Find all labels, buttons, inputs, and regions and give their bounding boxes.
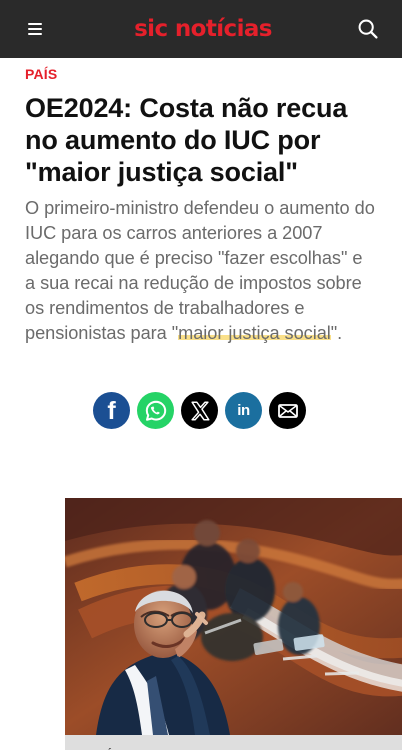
lead-text-after-highlight: ".: [330, 323, 343, 343]
menu-line-middle: [28, 28, 42, 30]
email-icon: [277, 403, 298, 418]
linkedin-icon: in: [237, 402, 250, 419]
x-share-button[interactable]: [181, 392, 218, 429]
whatsapp-icon: [145, 400, 166, 421]
hamburger-menu-icon[interactable]: [28, 15, 56, 43]
menu-line-top: [28, 23, 42, 25]
article-lead: O primeiro-ministro defendeu o aumento d…: [25, 196, 377, 346]
x-icon: [190, 401, 209, 420]
linkedin-share-button[interactable]: in: [225, 392, 262, 429]
email-share-button[interactable]: [269, 392, 306, 429]
facebook-icon: f: [107, 397, 116, 425]
facebook-share-button[interactable]: f: [93, 392, 130, 429]
top-navigation-bar: sic notícias: [0, 0, 402, 58]
photo-credit: ANTÓNIO COTRIM/LUSA: [65, 735, 402, 750]
menu-line-bottom: [28, 33, 42, 35]
article-page: sic notícias PAÍS OE2024: Costa não recu…: [0, 0, 402, 750]
article-headline: OE2024: Costa não recua no aumento do IU…: [25, 93, 348, 187]
lead-highlighted-quote: maior justiça social: [178, 323, 331, 343]
section-label[interactable]: PAÍS: [25, 66, 57, 82]
parliament-photo: [65, 498, 402, 735]
social-share-bar: f in: [93, 392, 307, 429]
lead-text-before-highlight: O primeiro-ministro defendeu o aumento d…: [25, 198, 375, 343]
article-photo[interactable]: ANTÓNIO COTRIM/LUSA: [65, 498, 402, 750]
whatsapp-share-button[interactable]: [137, 392, 174, 429]
sic-noticias-logo[interactable]: sic notícias: [134, 17, 272, 41]
search-icon[interactable]: [352, 13, 384, 45]
